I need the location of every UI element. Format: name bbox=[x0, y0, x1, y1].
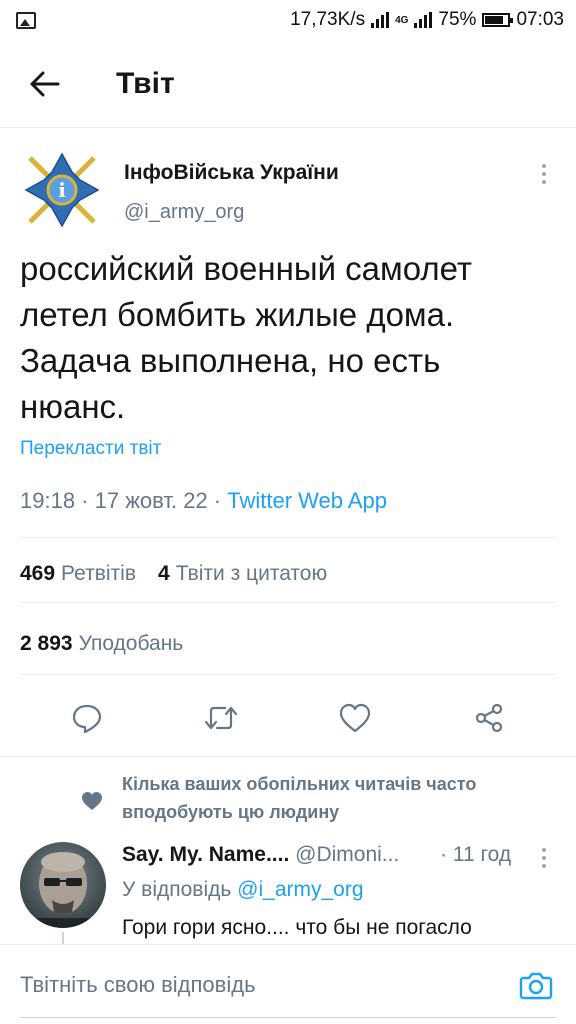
likes-label: Уподобань bbox=[78, 632, 184, 655]
retweet-stats: 469 Ретвітів 4 Твіти з цитатою bbox=[20, 562, 327, 586]
user-avatar-image bbox=[20, 842, 106, 928]
tweet-text: российский военный самолет летел бомбить… bbox=[20, 250, 472, 425]
svg-text:i: i bbox=[58, 178, 66, 202]
status-bar: 17,73K/s 4G 75% 07:03 bbox=[0, 0, 576, 40]
battery-icon bbox=[482, 13, 514, 27]
reply-avatar[interactable] bbox=[20, 842, 106, 928]
top-app-bar: Твіт bbox=[0, 40, 576, 128]
dot bbox=[542, 164, 546, 168]
reply-input[interactable]: Твітніть свою відповідь bbox=[20, 972, 516, 998]
quotes-stat[interactable]: 4 Твіти з цитатою bbox=[158, 562, 327, 586]
tweet-timestamp: 19:18 · 17 жовт. 22 · Twitter Web App bbox=[20, 488, 387, 514]
tweet-source-app[interactable]: Twitter Web App bbox=[227, 488, 387, 513]
heart-icon bbox=[339, 703, 371, 733]
camera-button[interactable] bbox=[516, 965, 556, 1005]
more-options-button[interactable] bbox=[534, 160, 554, 188]
reply-time: · 11 год bbox=[440, 843, 512, 866]
page-title: Твіт bbox=[116, 66, 175, 100]
dot bbox=[542, 848, 546, 852]
replying-to-handle[interactable]: @i_army_org bbox=[237, 878, 363, 901]
reply-author-name[interactable]: Say. My. Name.... bbox=[122, 843, 289, 866]
dot bbox=[542, 180, 546, 184]
reply-text: Гори гори ясно.... что бы не погасло bbox=[122, 916, 472, 939]
dot bbox=[542, 856, 546, 860]
author-name[interactable]: ІнфоВійська України bbox=[124, 161, 339, 185]
status-bar-right: 17,73K/s 4G 75% 07:03 bbox=[290, 9, 564, 31]
compose-reply-bar: Твітніть свою відповідь bbox=[0, 944, 576, 1024]
camera-icon bbox=[519, 972, 553, 999]
divider bbox=[20, 602, 556, 603]
heart-icon bbox=[82, 792, 102, 810]
tweet-author-row: i ІнфоВійська України @i_army_org bbox=[0, 128, 576, 238]
quotes-label: Твіти з цитатою bbox=[175, 562, 328, 585]
like-button[interactable] bbox=[335, 698, 375, 738]
divider bbox=[0, 756, 576, 757]
tweet-detail: i ІнфоВійська України @i_army_org россий… bbox=[0, 128, 576, 734]
clock: 07:03 bbox=[516, 9, 564, 30]
likes-count: 2 893 bbox=[20, 632, 73, 655]
signal-icon bbox=[371, 12, 390, 28]
back-button[interactable] bbox=[0, 40, 90, 128]
divider bbox=[20, 537, 556, 538]
replying-to-prefix: У відповідь bbox=[122, 878, 238, 901]
battery-percent: 75% bbox=[438, 9, 477, 30]
reply-more-options-button[interactable] bbox=[534, 846, 554, 870]
network-type: 4G bbox=[395, 14, 409, 26]
dot bbox=[542, 864, 546, 868]
tweet-time-date: 19:18 · 17 жовт. 22 · bbox=[20, 488, 228, 513]
signal-icon-2 bbox=[414, 12, 433, 28]
retweets-stat[interactable]: 469 Ретвітів bbox=[20, 562, 136, 586]
share-icon bbox=[475, 703, 503, 733]
speech-bubble-icon bbox=[72, 704, 102, 734]
dot bbox=[542, 172, 546, 176]
author-handle[interactable]: @i_army_org bbox=[124, 201, 244, 224]
emblem-icon: i bbox=[22, 150, 102, 230]
translate-tweet-link[interactable]: Перекласти твіт bbox=[20, 438, 161, 460]
reply-input-underline bbox=[20, 1017, 556, 1018]
likes-stats: 2 893 Уподобань bbox=[20, 632, 183, 656]
retweets-count: 469 bbox=[20, 562, 56, 585]
reply-button[interactable] bbox=[67, 698, 107, 738]
reply-author-handle[interactable]: @Dimoni... bbox=[295, 843, 399, 866]
quotes-count: 4 bbox=[158, 562, 170, 585]
replying-to: У відповідь @i_army_org bbox=[122, 878, 364, 902]
network-speed: 17,73K/s bbox=[290, 9, 366, 30]
divider bbox=[20, 674, 556, 675]
arrow-left-icon bbox=[30, 71, 60, 96]
reply-header: Say. My. Name.... @Dimoni... bbox=[122, 843, 399, 867]
retweet-button[interactable] bbox=[201, 698, 241, 738]
social-context-text: Кілька ваших обопільних читачів часто вп… bbox=[122, 774, 477, 822]
retweet-icon bbox=[204, 706, 238, 730]
author-avatar[interactable]: i bbox=[22, 150, 102, 230]
retweets-label: Ретвітів bbox=[61, 562, 136, 585]
gallery-notification-icon bbox=[16, 11, 36, 29]
tweet-actions bbox=[0, 688, 576, 748]
share-button[interactable] bbox=[469, 698, 509, 738]
likes-stat[interactable]: 2 893 Уподобань bbox=[20, 632, 183, 656]
